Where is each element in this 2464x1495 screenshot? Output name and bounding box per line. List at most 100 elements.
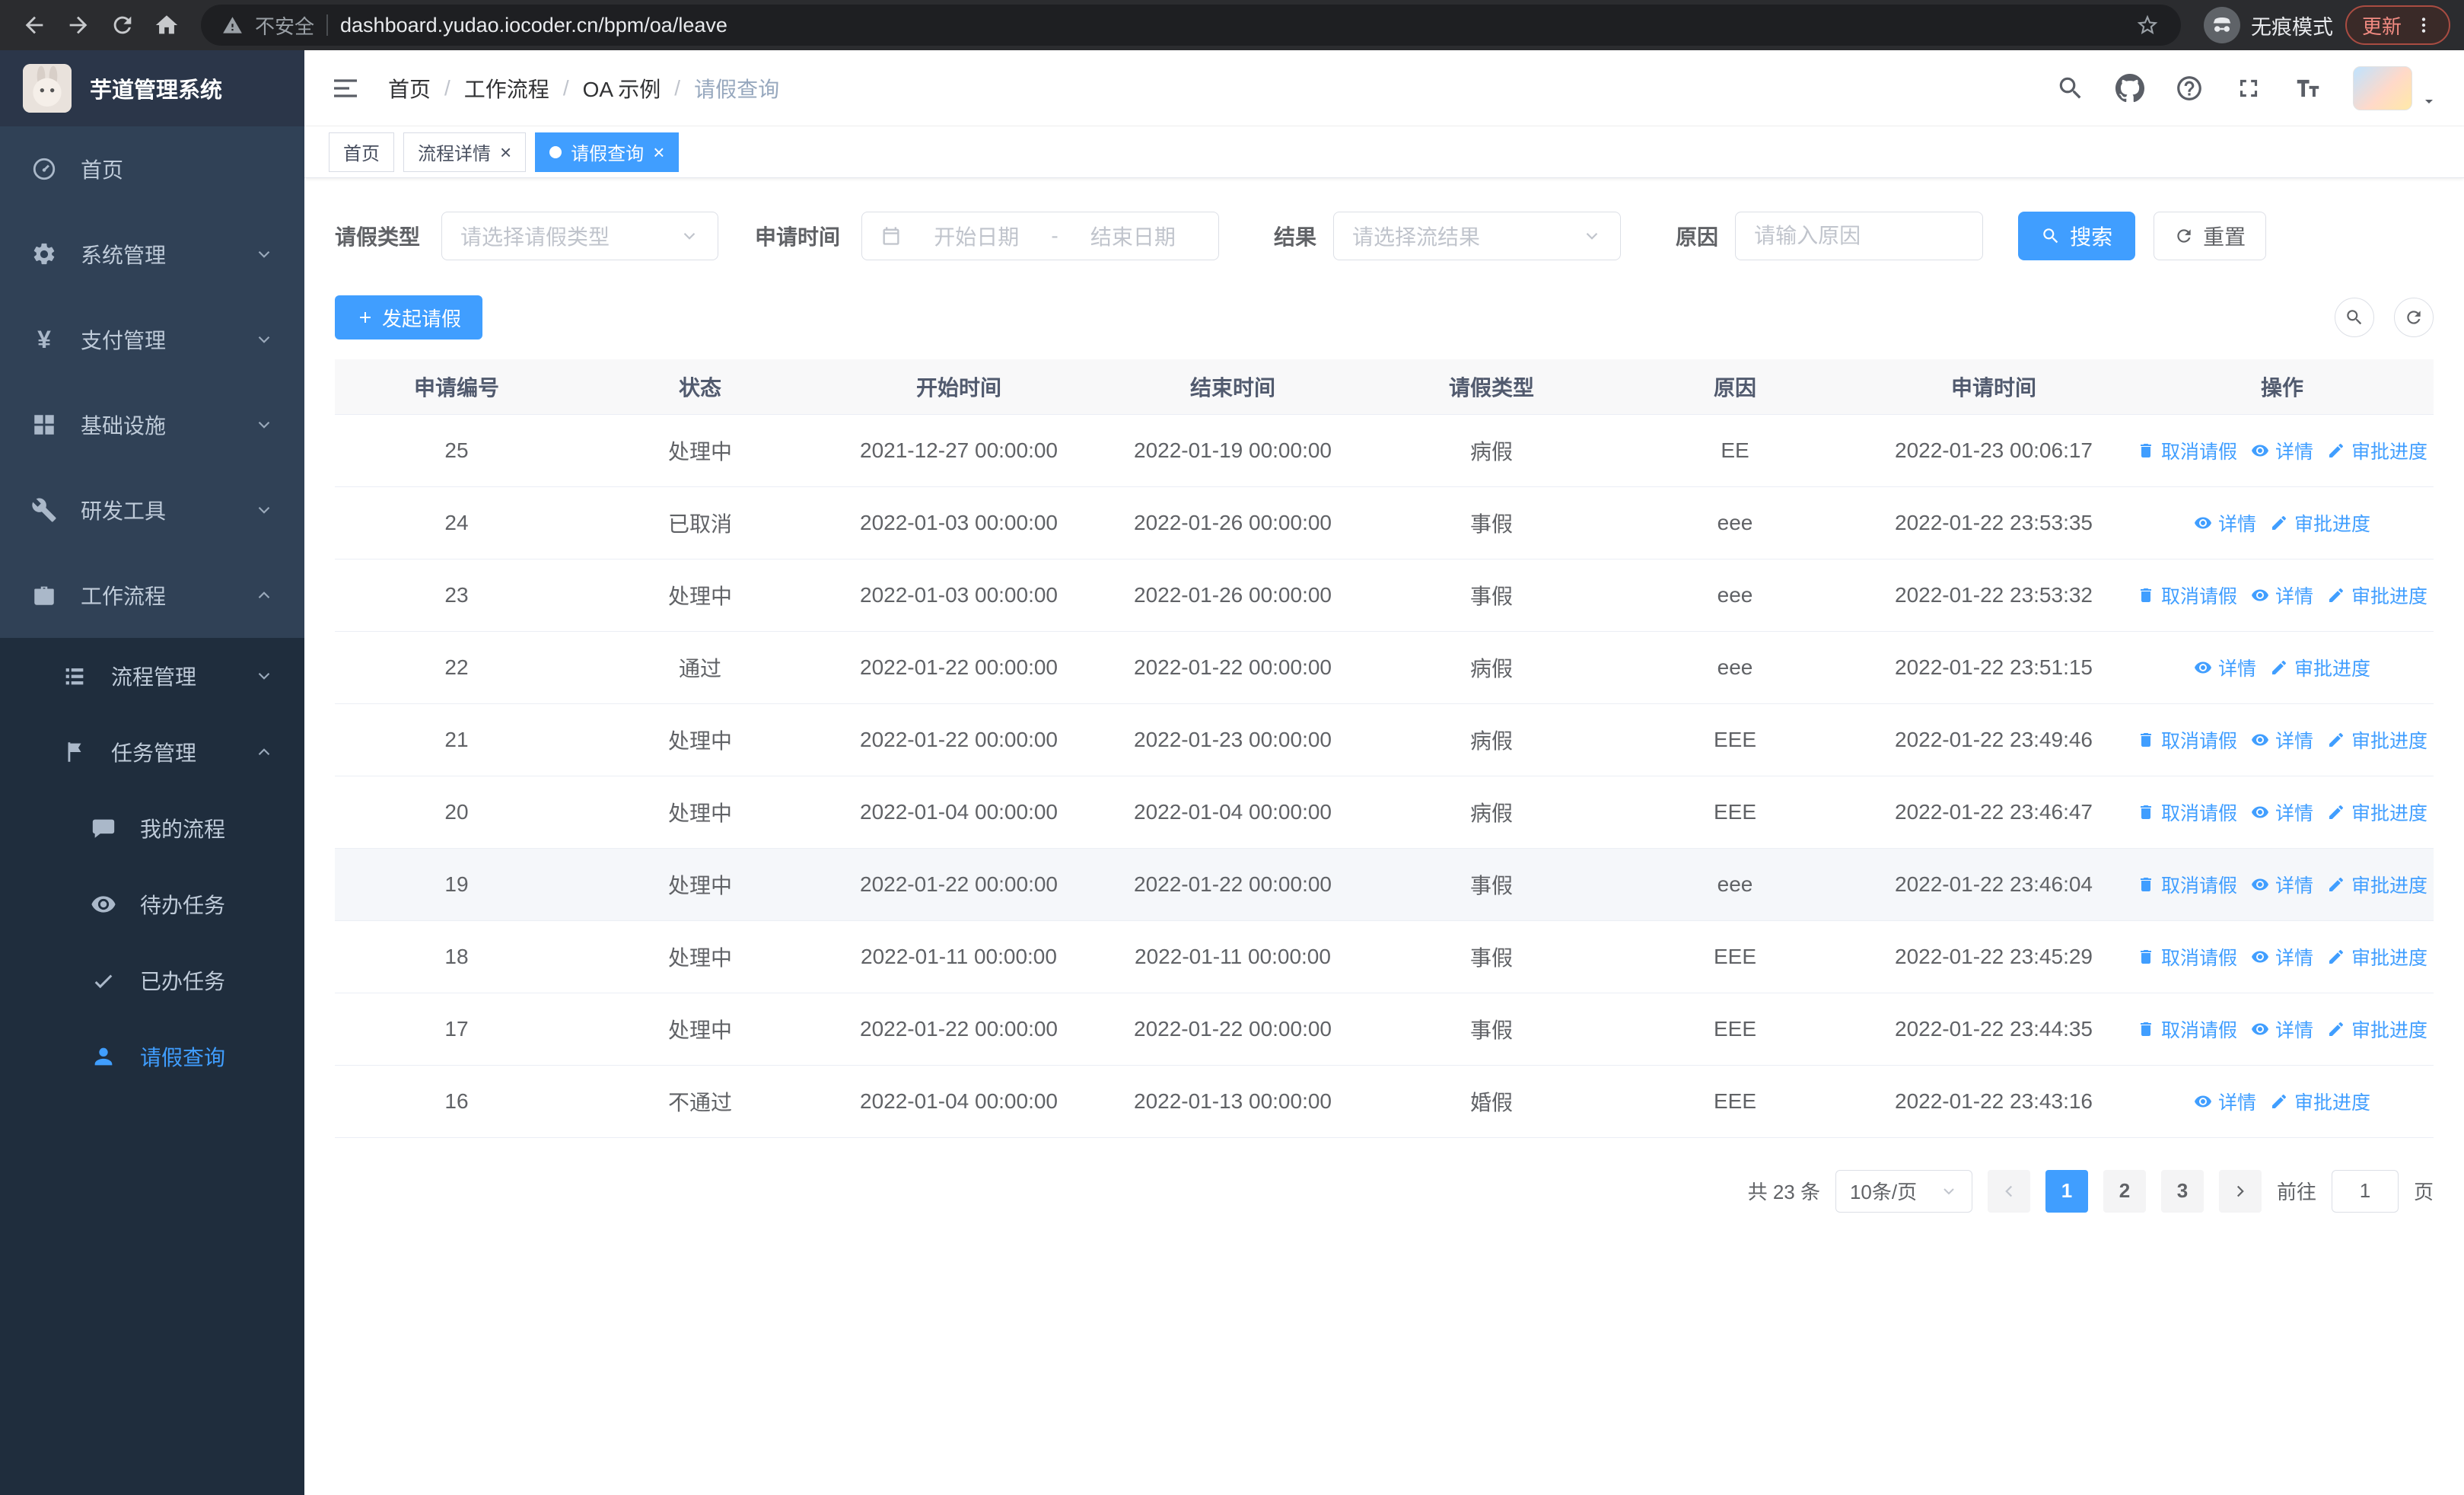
leave-type-select[interactable]: 请选择请假类型 (441, 212, 719, 260)
github-icon[interactable] (2115, 73, 2144, 103)
detail-link[interactable]: 详情 (2194, 654, 2256, 681)
cell-type: 婚假 (1370, 1065, 1613, 1138)
detail-link[interactable]: 详情 (2251, 437, 2313, 464)
sidebar-item-todo-tasks[interactable]: 待办任务 (0, 866, 304, 942)
page-button-2[interactable]: 2 (2103, 1169, 2146, 1213)
grid-icon (30, 411, 58, 438)
address-bar[interactable]: 不安全 dashboard.yudao.iocoder.cn/bpm/oa/le… (201, 5, 2181, 46)
chrome-update-button[interactable]: 更新 (2345, 5, 2450, 45)
browser-forward-button[interactable] (58, 5, 99, 46)
approval-progress-link[interactable]: 审批进度 (2327, 582, 2427, 609)
bookmark-star-icon[interactable] (2135, 13, 2160, 37)
detail-link[interactable]: 详情 (2251, 943, 2313, 971)
reason-input[interactable] (1736, 212, 1983, 260)
page-button-1[interactable]: 1 (2045, 1169, 2088, 1213)
approval-progress-link[interactable]: 审批进度 (2270, 654, 2370, 681)
detail-link[interactable]: 详情 (2251, 799, 2313, 826)
approval-progress-link[interactable]: 审批进度 (2327, 871, 2427, 898)
cancel-leave-link[interactable]: 取消请假 (2137, 871, 2237, 898)
approval-progress-link[interactable]: 审批进度 (2270, 509, 2370, 537)
tab-home[interactable]: 首页 (329, 132, 394, 172)
approval-progress-link[interactable]: 审批进度 (2327, 726, 2427, 754)
close-icon[interactable]: × (500, 142, 511, 162)
cancel-leave-link[interactable]: 取消请假 (2137, 1015, 2237, 1043)
help-icon[interactable] (2175, 74, 2204, 103)
leave-type-label: 请假类型 (335, 225, 421, 249)
sidebar-item-leave-query[interactable]: 请假查询 (0, 1018, 304, 1095)
sidebar-item-my-process[interactable]: 我的流程 (0, 790, 304, 866)
detail-link[interactable]: 详情 (2194, 509, 2256, 537)
cell-status: 处理中 (578, 559, 822, 632)
sidebar-item-home[interactable]: 首页 (0, 126, 304, 212)
cancel-leave-link[interactable]: 取消请假 (2137, 437, 2237, 464)
create-leave-button[interactable]: 发起请假 (335, 295, 483, 339)
action-label: 审批进度 (2351, 802, 2428, 824)
user-avatar[interactable] (2353, 65, 2412, 110)
cancel-leave-link[interactable]: 取消请假 (2137, 799, 2237, 826)
user-menu[interactable] (2353, 65, 2438, 110)
sidebar-item-workflow[interactable]: 工作流程 (0, 553, 304, 638)
detail-link[interactable]: 详情 (2251, 1015, 2313, 1043)
close-icon[interactable]: × (653, 142, 664, 162)
browser-home-button[interactable] (146, 5, 187, 46)
browser-back-button[interactable] (14, 5, 55, 46)
leave-table: 申请编号 状态 开始时间 结束时间 请假类型 原因 申请时间 操作 25 处理中 2021-12-… (335, 359, 2434, 1138)
refresh-table-icon[interactable] (2394, 298, 2434, 337)
cell-id: 18 (335, 920, 578, 993)
sidebar-item-system[interactable]: 系统管理 (0, 212, 304, 297)
cell-applied: 2022-01-22 23:44:35 (1857, 993, 2131, 1066)
approval-progress-link[interactable]: 审批进度 (2327, 437, 2427, 464)
cell-end: 2022-01-26 00:00:00 (1096, 559, 1370, 632)
page-size-select[interactable]: 10条/页 (1835, 1169, 1972, 1213)
cancel-leave-link[interactable]: 取消请假 (2137, 726, 2237, 754)
detail-link[interactable]: 详情 (2194, 1088, 2256, 1115)
browser-menu-icon[interactable] (2414, 15, 2434, 35)
apply-time-range-picker[interactable]: 开始日期 - 结束日期 (861, 212, 1220, 260)
approval-progress-link[interactable]: 审批进度 (2327, 943, 2427, 971)
tab-process-detail[interactable]: 流程详情 × (403, 132, 527, 172)
sidebar-item-task-management[interactable]: 任务管理 (0, 714, 304, 790)
prev-page-button[interactable] (1987, 1169, 2030, 1213)
cell-reason: EEE (1613, 1065, 1857, 1138)
list-icon (61, 662, 88, 690)
page-button-3[interactable]: 3 (2160, 1169, 2204, 1213)
sidebar-item-infrastructure[interactable]: 基础设施 (0, 382, 304, 467)
toggle-search-icon[interactable] (2335, 298, 2374, 337)
chevron-down-icon (254, 244, 274, 264)
font-size-icon[interactable] (2294, 74, 2322, 103)
result-select[interactable]: 请选择流结果 (1333, 212, 1622, 260)
fullscreen-icon[interactable] (2234, 74, 2263, 103)
browser-refresh-button[interactable] (102, 5, 143, 46)
tab-leave-query[interactable]: 请假查询 × (535, 132, 680, 172)
sidebar-item-done-tasks[interactable]: 已办任务 (0, 942, 304, 1018)
detail-link[interactable]: 详情 (2251, 726, 2313, 754)
cell-status: 处理中 (578, 703, 822, 776)
approval-progress-link[interactable]: 审批进度 (2327, 799, 2427, 826)
cell-applied: 2022-01-22 23:51:15 (1857, 631, 2131, 704)
cell-status: 已取消 (578, 486, 822, 559)
sidebar-item-payment[interactable]: ¥ 支付管理 (0, 297, 304, 382)
approval-progress-link[interactable]: 审批进度 (2327, 1015, 2427, 1043)
edit-icon (2327, 803, 2345, 821)
search-button[interactable]: 搜索 (2018, 212, 2136, 260)
reset-button[interactable]: 重置 (2154, 212, 2267, 260)
cancel-leave-link[interactable]: 取消请假 (2137, 582, 2237, 609)
cancel-leave-link[interactable]: 取消请假 (2137, 943, 2237, 971)
hamburger-icon[interactable] (330, 73, 361, 104)
column-header: 申请编号 (335, 359, 578, 415)
chevron-down-icon (254, 415, 274, 435)
cell-id: 24 (335, 486, 578, 559)
search-icon[interactable] (2056, 74, 2085, 103)
leave-table-body: 25 处理中 2021-12-27 00:00:00 2022-01-19 00:00… (335, 414, 2434, 1138)
breadcrumb-home[interactable]: 首页 (388, 73, 431, 104)
goto-page-input[interactable] (2331, 1169, 2399, 1213)
sidebar-item-process-management[interactable]: 流程管理 (0, 638, 304, 714)
cell-reason: EEE (1613, 993, 1857, 1066)
app-logo-image (23, 64, 72, 113)
column-header: 请假类型 (1370, 359, 1613, 415)
approval-progress-link[interactable]: 审批进度 (2270, 1088, 2370, 1115)
sidebar-item-devtools[interactable]: 研发工具 (0, 467, 304, 553)
detail-link[interactable]: 详情 (2251, 582, 2313, 609)
next-page-button[interactable] (2218, 1169, 2262, 1213)
detail-link[interactable]: 详情 (2251, 871, 2313, 898)
